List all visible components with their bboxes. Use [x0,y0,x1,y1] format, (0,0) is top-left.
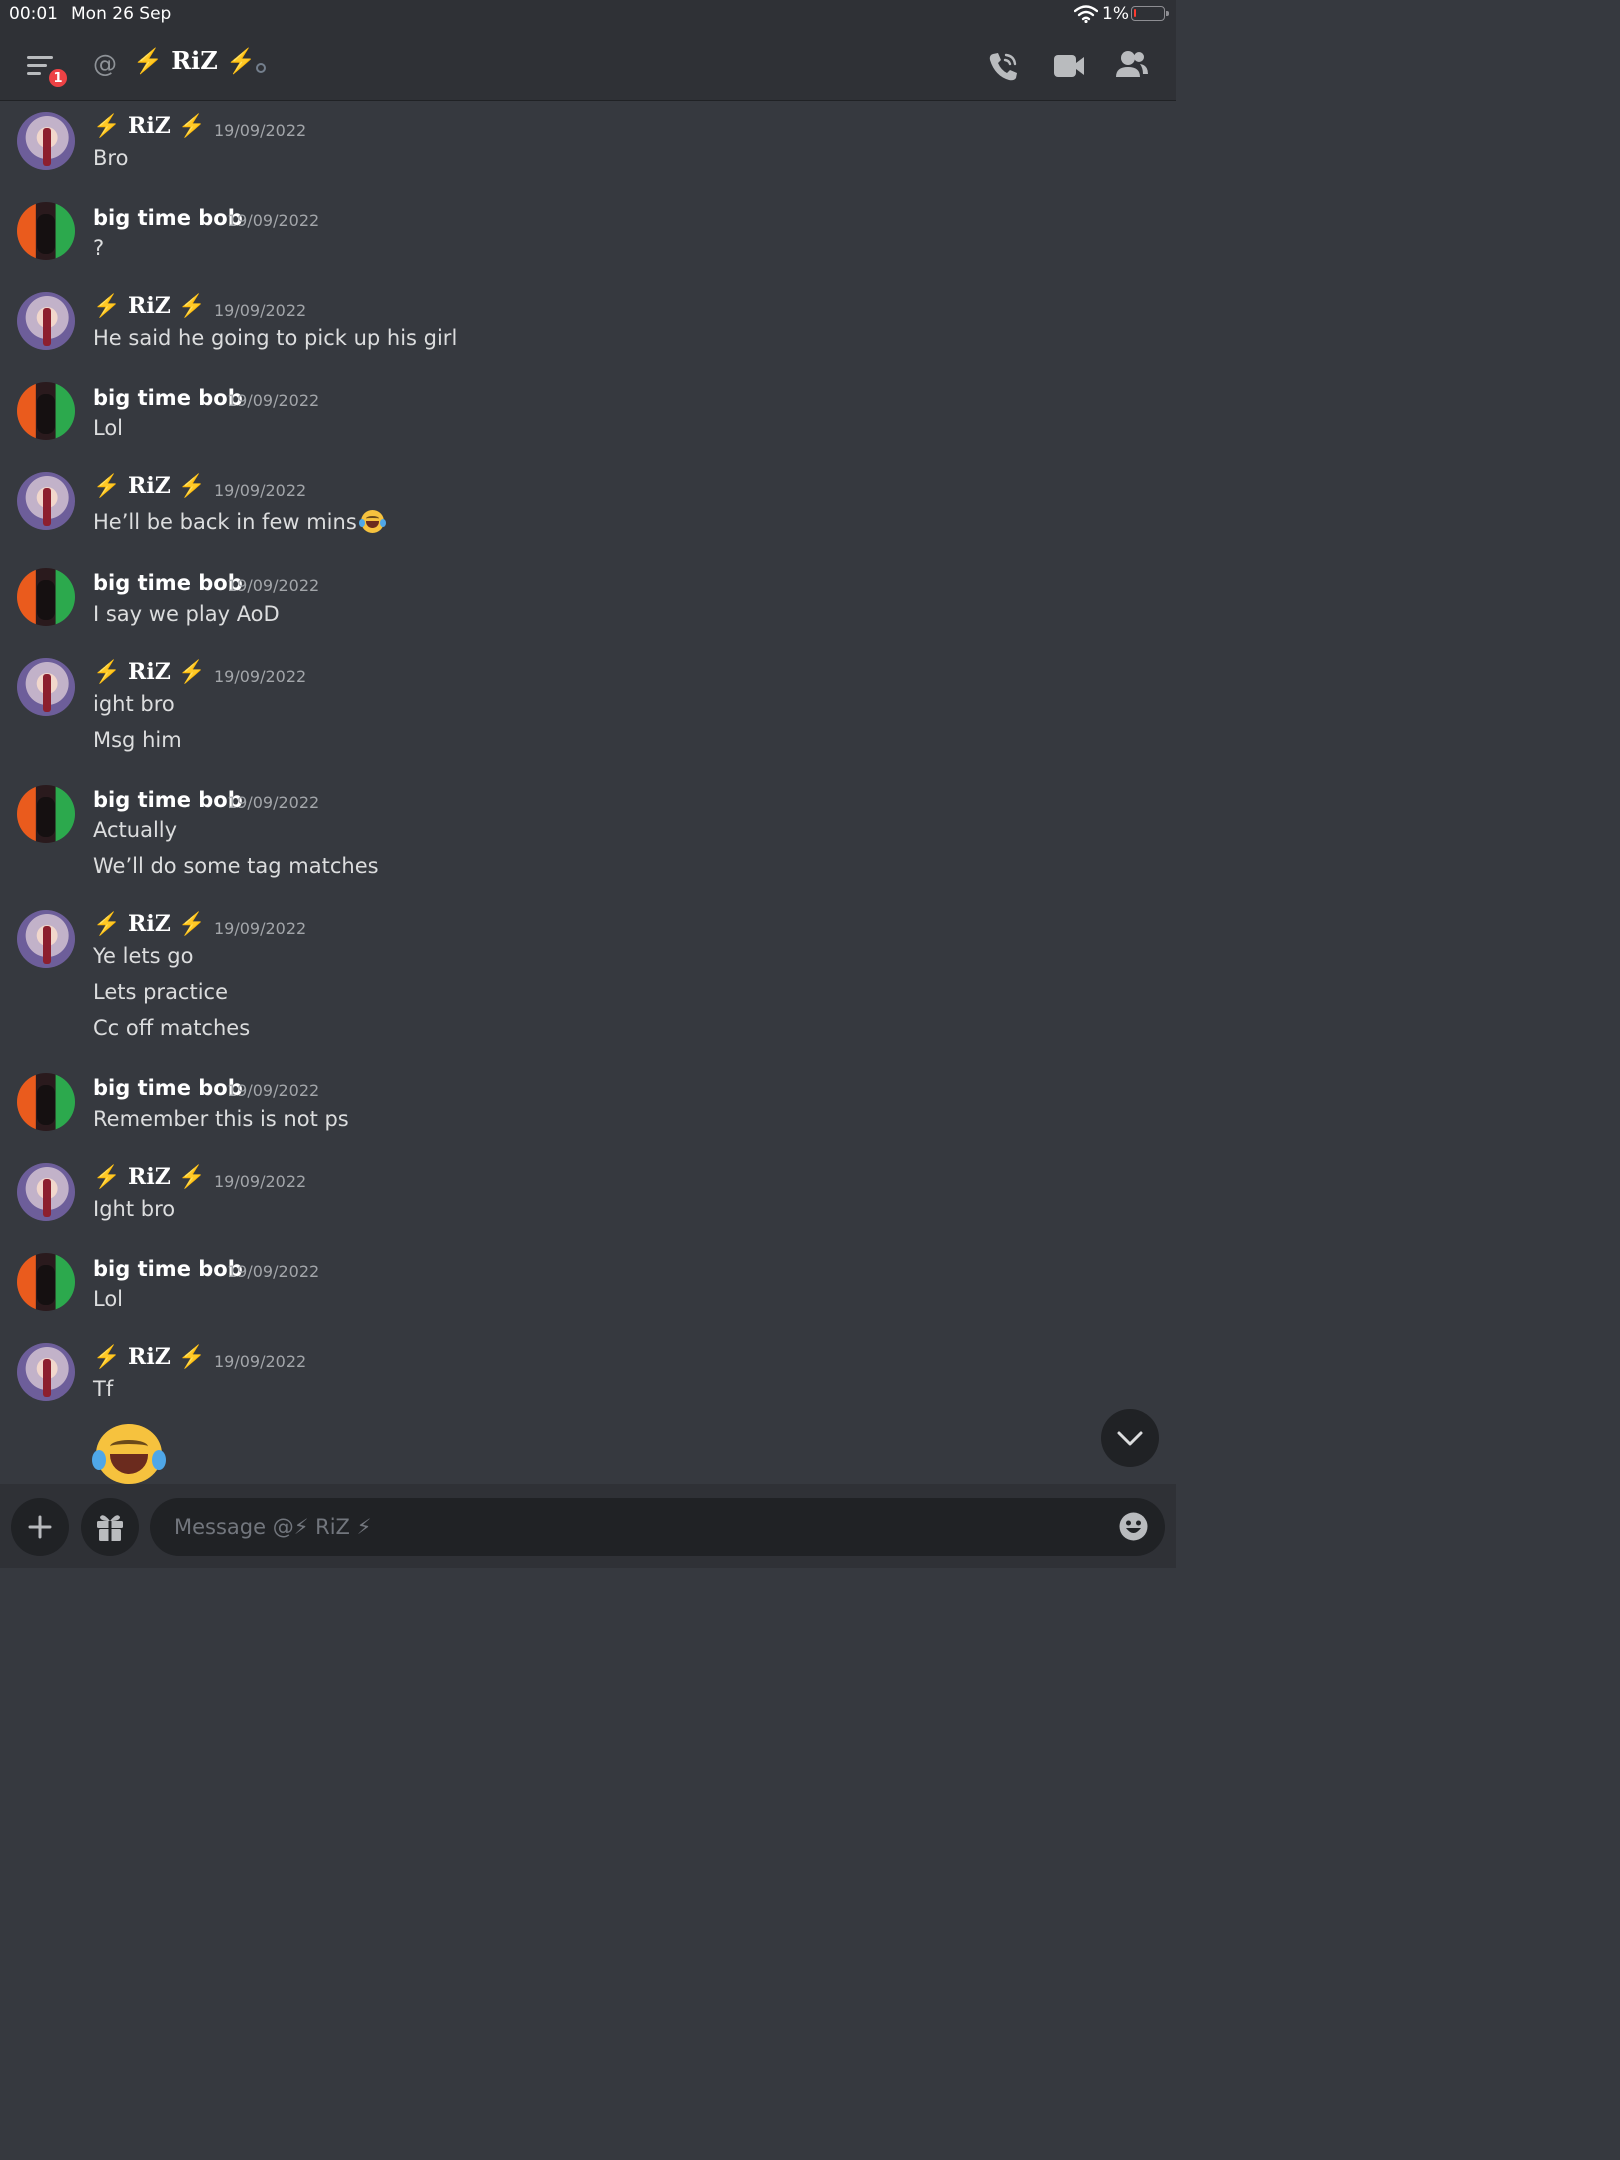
message-text-content: He’ll be back in few mins [93,510,357,534]
username[interactable]: big time bob [93,571,243,595]
timestamp: 19/09/2022 [227,576,320,595]
avatar[interactable] [17,910,75,968]
message-composer [0,1484,1176,1568]
status-date: Mon 26 Sep [71,4,172,24]
status-bar: 00:01 Mon 26 Sep 1% [0,0,1176,28]
avatar[interactable] [17,568,75,626]
username[interactable]: big time bob [93,1257,243,1281]
status-time: 00:01 [9,4,58,24]
message-text: Lol [93,1287,124,1311]
laughing-crying-emoji-icon [358,510,386,533]
avatar[interactable] [17,202,75,260]
member-list-icon[interactable] [1114,49,1150,85]
message-text: Bro [93,146,129,170]
message-text: Tf [93,1377,114,1401]
username[interactable]: ⚡ RiZ ⚡ [93,293,206,319]
username[interactable]: ⚡ RiZ ⚡ [93,113,206,139]
battery-icon [1131,6,1169,21]
username[interactable]: big time bob [93,788,243,812]
timestamp: 19/09/2022 [214,121,307,140]
chevron-down-icon [1117,1431,1143,1446]
battery-percent: 1% [1102,4,1129,24]
avatar[interactable] [17,472,75,530]
avatar[interactable] [17,112,75,170]
add-attachment-button[interactable] [11,1498,69,1556]
timestamp: 19/09/2022 [214,1352,307,1371]
message-text: He’ll be back in few mins [93,510,386,534]
avatar[interactable] [17,292,75,350]
phone-call-icon[interactable] [987,50,1021,86]
message-text: Cc off matches [93,1016,251,1040]
username[interactable]: ⚡ RiZ ⚡ [93,1344,206,1370]
offline-status-icon [256,63,266,73]
username[interactable]: ⚡ RiZ ⚡ [93,659,206,685]
channel-header: 1 @ ⚡ RiZ ⚡ [0,28,1176,101]
plus-icon [28,1515,52,1539]
at-icon: @ [93,50,117,78]
avatar[interactable] [17,382,75,440]
timestamp: 19/09/2022 [227,793,320,812]
message-text: Remember this is not ps [93,1107,349,1131]
wifi-icon [1073,5,1099,28]
emoji-picker-icon[interactable] [1118,1511,1149,1546]
timestamp: 19/09/2022 [227,391,320,410]
gift-button[interactable] [81,1498,139,1556]
scroll-to-bottom-button[interactable] [1101,1409,1159,1467]
video-camera-icon[interactable] [1052,52,1086,84]
username[interactable]: ⚡ RiZ ⚡ [93,911,206,937]
hamburger-menu-icon[interactable]: 1 [24,52,70,90]
channel-title[interactable]: ⚡ RiZ ⚡ [133,46,256,75]
unread-badge: 1 [46,66,70,90]
message-text: I say we play AoD [93,602,280,626]
gift-icon [97,1515,123,1541]
message-text: Msg him [93,728,182,752]
message-text: He said he going to pick up his girl [93,326,458,350]
timestamp: 19/09/2022 [227,1081,320,1100]
message-text: We’ll do some tag matches [93,854,379,878]
message-list: ⚡ RiZ ⚡ 19/09/2022 Bro big time bob 19/0… [0,101,1176,1484]
message-text: Ight bro [93,1197,176,1221]
username[interactable]: ⚡ RiZ ⚡ [93,473,206,499]
message-text: Ye lets go [93,944,194,968]
message-text: Lol [93,416,124,440]
message-text: ight bro [93,692,175,716]
timestamp: 19/09/2022 [214,481,307,500]
message-text: Lets practice [93,980,229,1004]
username[interactable]: big time bob [93,1076,243,1100]
username[interactable]: big time bob [93,386,243,410]
username[interactable]: ⚡ RiZ ⚡ [93,1164,206,1190]
message-text: ? [93,236,105,260]
timestamp: 19/09/2022 [214,1172,307,1191]
avatar[interactable] [17,1253,75,1311]
timestamp: 19/09/2022 [227,1262,320,1281]
avatar[interactable] [17,1073,75,1131]
message-text: Actually [93,818,178,842]
timestamp: 19/09/2022 [214,919,307,938]
message-input[interactable] [172,1514,1095,1540]
timestamp: 19/09/2022 [214,301,307,320]
avatar[interactable] [17,785,75,843]
laughing-crying-emoji-icon [92,1424,166,1484]
timestamp: 19/09/2022 [227,211,320,230]
timestamp: 19/09/2022 [214,667,307,686]
message-input-container [150,1498,1165,1556]
avatar[interactable] [17,658,75,716]
avatar[interactable] [17,1163,75,1221]
username[interactable]: big time bob [93,206,243,230]
avatar[interactable] [17,1343,75,1401]
